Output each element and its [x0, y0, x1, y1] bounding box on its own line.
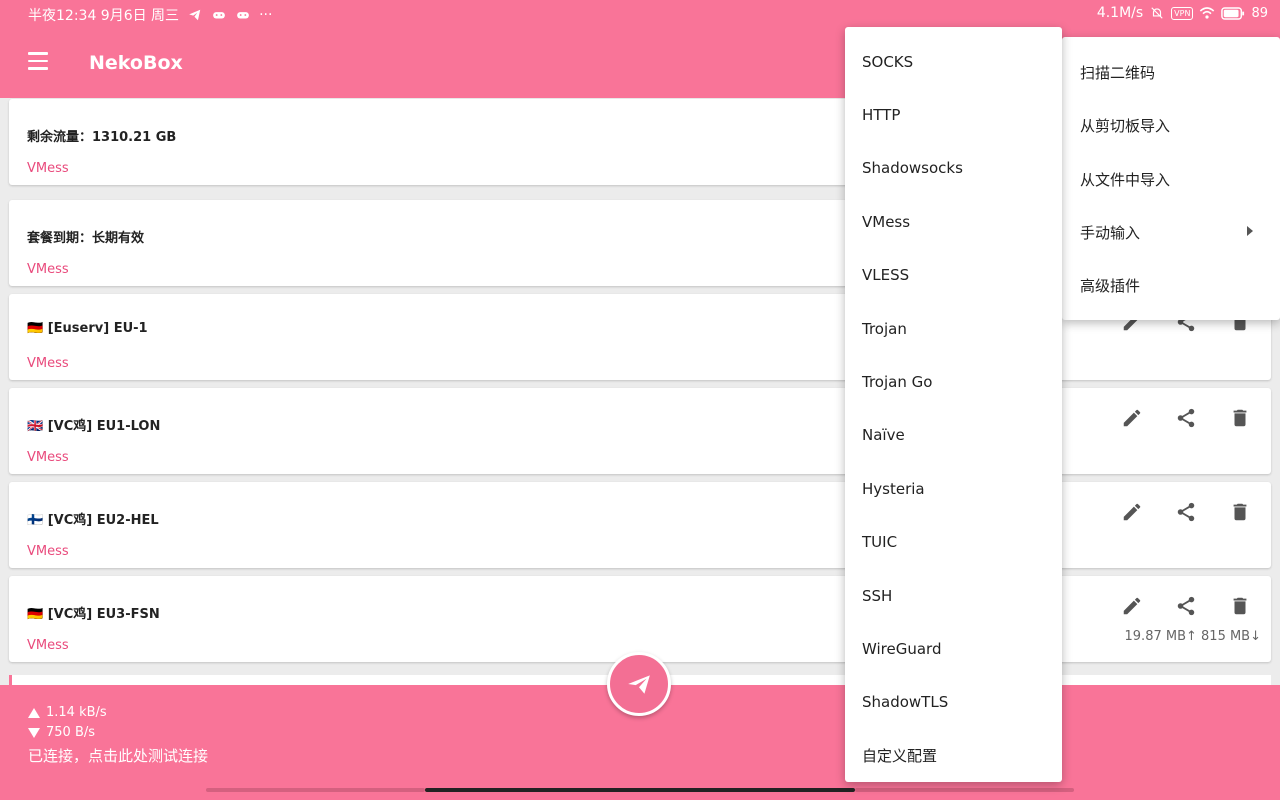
- edit-icon[interactable]: [1116, 590, 1148, 622]
- delete-icon[interactable]: [1224, 402, 1256, 434]
- menu-item-manual-input[interactable]: 手动输入: [1062, 206, 1280, 259]
- status-left: 半夜12:34 9月6日 周三 ···: [28, 5, 272, 25]
- menu-item-import-clipboard[interactable]: 从剪切板导入: [1062, 99, 1280, 152]
- connection-status[interactable]: 已连接，点击此处测试连接: [28, 745, 208, 766]
- menu-item-import-file[interactable]: 从文件中导入: [1062, 153, 1280, 206]
- edit-icon[interactable]: [1116, 496, 1148, 528]
- card-title: 🇩🇪 [Euserv] EU-1: [27, 321, 148, 336]
- submenu-item-custom-config[interactable]: 自定义配置: [845, 729, 1062, 782]
- card-title-text: [VC鸡] EU2-HEL: [47, 513, 159, 528]
- list-item[interactable]: 🇫🇮 [VC鸡] EU2-HEL VMess: [9, 482, 1271, 568]
- gesture-hint-left: [206, 788, 425, 792]
- menu-item-advanced-plugins[interactable]: 高级插件: [1062, 259, 1280, 312]
- status-time-date: 半夜12:34 9月6日 周三: [28, 8, 180, 24]
- submenu-item-naive[interactable]: Naïve: [845, 409, 1062, 462]
- submenu-arrow-icon: [1247, 225, 1253, 236]
- menu-item-scan-qr[interactable]: 扫描二维码: [1062, 46, 1280, 99]
- share-icon[interactable]: [1170, 590, 1202, 622]
- submenu-item-hysteria[interactable]: Hysteria: [845, 462, 1062, 515]
- card-title-text: [VC鸡] EU3-FSN: [47, 607, 160, 622]
- hamburger-menu-icon[interactable]: [28, 52, 52, 74]
- flag-icon: 🇩🇪: [27, 607, 44, 622]
- submenu-item-ssh[interactable]: SSH: [845, 569, 1062, 622]
- menu-item-manual-input-label: 手动输入: [1080, 224, 1141, 243]
- connect-fab-button[interactable]: [607, 652, 671, 716]
- telegram-icon: [187, 7, 203, 23]
- submenu-item-wireguard[interactable]: WireGuard: [845, 622, 1062, 675]
- card-actions: [1116, 590, 1256, 622]
- share-icon[interactable]: [1170, 496, 1202, 528]
- submenu-item-vless[interactable]: VLESS: [845, 249, 1062, 302]
- upload-speed: 1.14 kB/s: [28, 705, 107, 720]
- submenu-item-socks[interactable]: SOCKS: [845, 35, 1062, 88]
- flag-icon: 🇬🇧: [27, 419, 44, 434]
- card-protocol: VMess: [27, 356, 69, 371]
- card-protocol: VMess: [27, 450, 69, 465]
- list-item[interactable]: 🇩🇪 [VC鸡] EU3-FSN VMess 19.87 MB↑ 815 MB↓: [9, 576, 1271, 662]
- card-title: 套餐到期：长期有效: [27, 231, 145, 246]
- card-protocol: VMess: [27, 161, 69, 176]
- arrow-up-icon: [28, 707, 40, 718]
- share-icon[interactable]: [1170, 402, 1202, 434]
- status-bar: 半夜12:34 9月6日 周三 ··· 4.1M/s VPN 89: [0, 0, 1280, 28]
- network-speed: 4.1M/s: [1096, 5, 1144, 21]
- card-title-text: [VC鸡] EU1-LON: [47, 419, 161, 434]
- gesture-bar[interactable]: [425, 788, 855, 792]
- card-title: 🇬🇧 [VC鸡] EU1-LON: [27, 415, 160, 434]
- vpn-badge: VPN: [1171, 6, 1194, 20]
- download-speed: 750 B/s: [28, 725, 95, 740]
- status-more-indicator: ···: [259, 7, 273, 23]
- status-right: 4.1M/s VPN 89: [1097, 5, 1268, 21]
- delete-icon[interactable]: [1224, 496, 1256, 528]
- bell-muted-icon: [1149, 5, 1165, 21]
- delete-icon[interactable]: [1224, 590, 1256, 622]
- edit-icon[interactable]: [1116, 402, 1148, 434]
- submenu-item-trojan-go[interactable]: Trojan Go: [845, 355, 1062, 408]
- card-actions: [1116, 402, 1256, 434]
- card-actions: [1116, 496, 1256, 528]
- card-traffic: 19.87 MB↑ 815 MB↓: [1124, 629, 1261, 644]
- gesture-hint-right: [855, 788, 1074, 792]
- send-icon: [628, 675, 650, 694]
- card-protocol: VMess: [27, 544, 69, 559]
- upload-speed-value: 1.14 kB/s: [46, 705, 107, 720]
- submenu-item-http[interactable]: HTTP: [845, 88, 1062, 141]
- game-controller-icon-2: [235, 7, 251, 23]
- submenu-item-shadowtls[interactable]: ShadowTLS: [845, 676, 1062, 729]
- app-title: NekoBox: [89, 52, 183, 74]
- game-controller-icon: [211, 7, 227, 23]
- submenu-item-vmess[interactable]: VMess: [845, 195, 1062, 248]
- card-title: 🇩🇪 [VC鸡] EU3-FSN: [27, 603, 160, 622]
- wifi-icon: [1199, 5, 1215, 21]
- protocol-submenu: SOCKS HTTP Shadowsocks VMess VLESS Troja…: [845, 27, 1062, 782]
- card-title-text: [Euserv] EU-1: [47, 321, 148, 336]
- download-speed-value: 750 B/s: [46, 725, 96, 740]
- card-protocol: VMess: [27, 638, 69, 653]
- flag-icon: 🇩🇪: [27, 321, 44, 336]
- submenu-item-tuic[interactable]: TUIC: [845, 516, 1062, 569]
- battery-icon: [1221, 5, 1245, 21]
- list-item[interactable]: 🇬🇧 [VC鸡] EU1-LON VMess: [9, 388, 1271, 474]
- submenu-item-trojan[interactable]: Trojan: [845, 302, 1062, 355]
- card-title: 剩余流量：1310.21 GB: [27, 130, 177, 145]
- flag-icon: 🇫🇮: [27, 513, 44, 528]
- card-protocol: VMess: [27, 262, 69, 277]
- card-title: 🇫🇮 [VC鸡] EU2-HEL: [27, 509, 159, 528]
- add-profile-menu: 扫描二维码 从剪切板导入 从文件中导入 手动输入 高级插件: [1062, 37, 1280, 320]
- submenu-item-shadowsocks[interactable]: Shadowsocks: [845, 142, 1062, 195]
- battery-percent: 89: [1251, 5, 1268, 21]
- arrow-down-icon: [28, 727, 40, 738]
